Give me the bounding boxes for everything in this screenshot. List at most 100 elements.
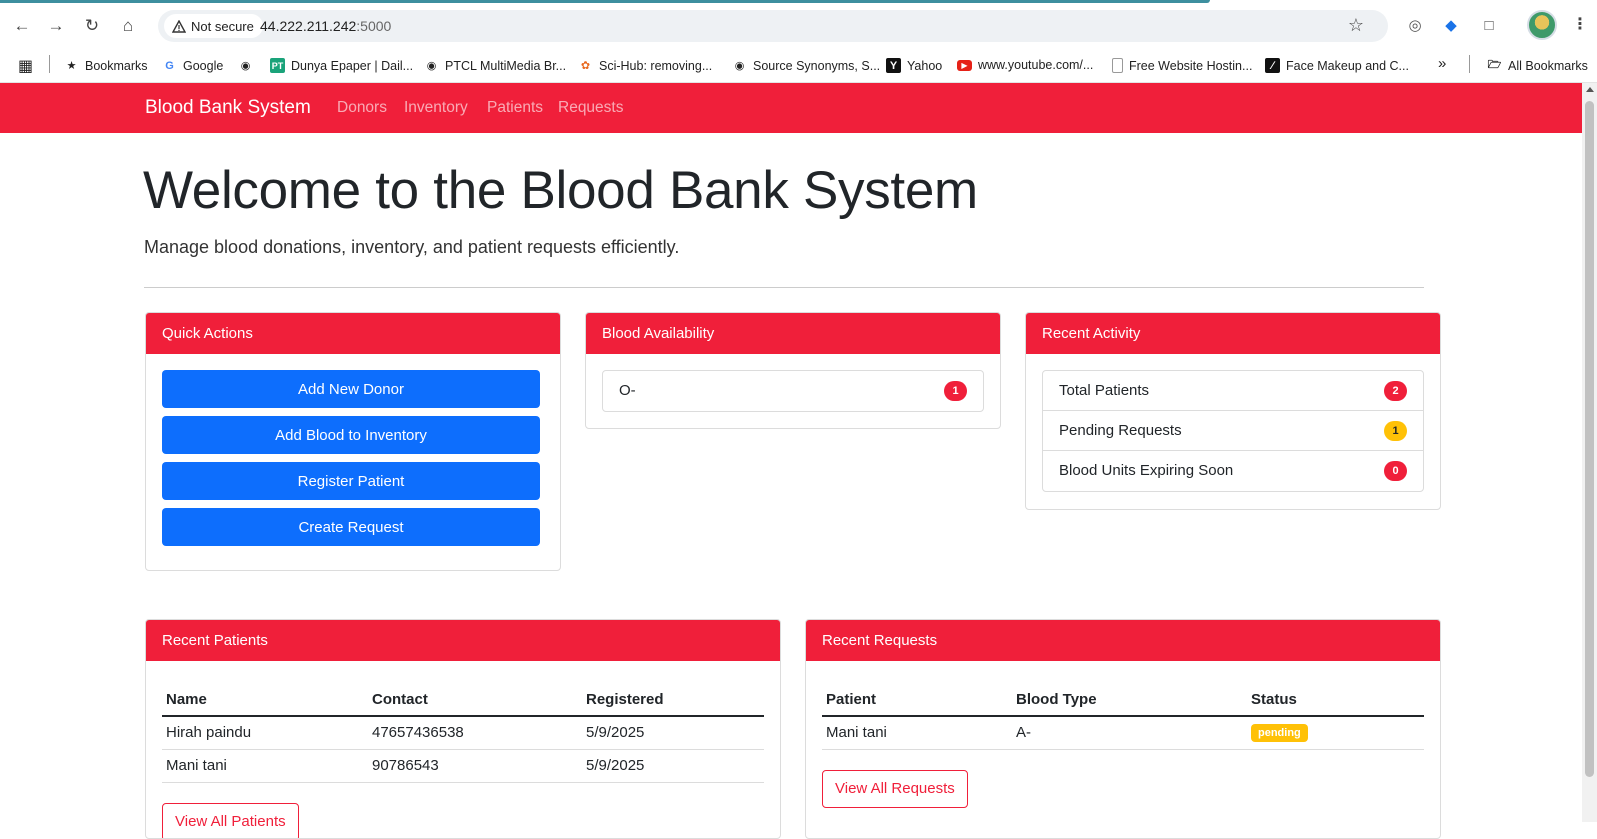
navbar-brand[interactable]: Blood Bank System — [145, 97, 311, 119]
card-header: Recent Patients — [146, 620, 780, 661]
bookmark-item-dunya[interactable]: PT Dunya Epaper | Dail... — [270, 58, 413, 73]
profile-avatar[interactable] — [1527, 10, 1557, 40]
reload-icon[interactable]: ↻ — [80, 14, 104, 38]
bookmark-item-google[interactable]: G Google — [162, 58, 223, 73]
bookmark-item-face[interactable]: ∕ Face Makeup and C... — [1265, 58, 1409, 73]
globe-icon: ◉ — [734, 60, 745, 72]
patients-table: Name Contact Registered Hirah paindu 476… — [162, 684, 764, 783]
add-donor-button[interactable]: Add New Donor — [162, 370, 540, 408]
activity-list: Total Patients 2 Pending Requests 1 Bloo… — [1042, 370, 1424, 492]
bookmark-item-yahoo[interactable]: Y Yahoo — [886, 58, 942, 73]
face-icon: ∕ — [1265, 58, 1280, 73]
cell: 5/9/2025 — [582, 716, 764, 750]
bookmark-label: Dunya Epaper | Dail... — [291, 58, 414, 73]
page-title: Welcome to the Blood Bank System — [143, 161, 978, 220]
table-header-row: Patient Blood Type Status — [822, 684, 1424, 717]
folder-icon: 🗁 — [1487, 59, 1502, 71]
pt-icon: PT — [270, 58, 285, 73]
scihub-icon: ✿ — [580, 60, 591, 72]
cell: 90786543 — [368, 749, 582, 783]
cell: 47657436538 — [368, 716, 582, 750]
address-bar[interactable]: Not secure 44.222.211.242:5000 ☆ — [158, 10, 1388, 42]
security-chip[interactable]: Not secure — [164, 14, 263, 38]
nav-link-requests[interactable]: Requests — [558, 99, 623, 117]
activity-label: Blood Units Expiring Soon — [1059, 462, 1234, 479]
bookmarks-bar: ▦ ★ Bookmarks G Google ◉ PT Dunya Epaper | … — [0, 50, 1597, 83]
youtube-icon: ▶ — [957, 59, 972, 71]
translate-globe-icon[interactable]: ◎ — [1404, 14, 1426, 36]
app-navbar: Blood Bank System Donors Inventory Patie… — [0, 83, 1582, 133]
blood-type-label: O- — [619, 382, 636, 399]
url-host: 44.222.211.242 — [260, 18, 357, 34]
view-all-requests-button[interactable]: View All Requests — [822, 770, 968, 808]
table-header-row: Name Contact Registered — [162, 684, 764, 717]
scroll-thumb[interactable] — [1585, 101, 1594, 777]
browser-toolbar: ← → ↻ ⌂ Not secure 44.222.211.242:5000 ☆… — [0, 0, 1597, 50]
bookmark-label: www.youtube.com/... — [978, 58, 1094, 72]
extensions-puzzle-icon[interactable]: □ — [1478, 14, 1500, 36]
globe-icon: ◉ — [426, 60, 437, 72]
all-bookmarks-folder[interactable]: 🗁 All Bookmarks — [1487, 58, 1588, 73]
register-patient-button[interactable]: Register Patient — [162, 462, 540, 500]
view-all-patients-button[interactable]: View All Patients — [162, 803, 299, 838]
list-item: Blood Units Expiring Soon 0 — [1043, 451, 1423, 491]
doc-icon — [1112, 58, 1123, 73]
url-text[interactable]: 44.222.211.242:5000 — [260, 18, 391, 34]
yahoo-icon: Y — [886, 58, 901, 73]
overflow-label: » — [1438, 55, 1447, 72]
bookmark-item-bookmarks[interactable]: ★ Bookmarks — [64, 58, 148, 73]
create-request-button[interactable]: Create Request — [162, 508, 540, 546]
cell: 5/9/2025 — [582, 749, 764, 783]
page-scrollbar[interactable] — [1582, 83, 1597, 822]
scroll-up-icon[interactable] — [1586, 87, 1594, 92]
blood-availability-card: Blood Availability O- 1 — [585, 312, 1001, 429]
bookmark-item-scihub[interactable]: ✿ Sci-Hub: removing... — [578, 58, 712, 73]
column-header: Status — [1247, 684, 1424, 717]
column-header: Contact — [368, 684, 582, 717]
apps-grid-icon[interactable]: ▦ — [18, 56, 33, 76]
bookmark-item-source[interactable]: ◉ Source Synonyms, S... — [732, 58, 880, 73]
recent-patients-card: Recent Patients Name Contact Registered … — [145, 619, 781, 839]
recent-activity-card: Recent Activity Total Patients 2 Pending… — [1025, 312, 1441, 510]
column-header: Registered — [582, 684, 764, 717]
bookmark-separator — [49, 55, 50, 73]
bookmark-label: Face Makeup and C... — [1286, 58, 1409, 73]
globe-icon: ◉ — [240, 60, 251, 72]
browser-menu-icon[interactable]: ⋮ — [1572, 14, 1588, 34]
list-item: O- 1 — [603, 371, 983, 411]
add-inventory-button[interactable]: Add Blood to Inventory — [162, 416, 540, 454]
bookmark-item-globe[interactable]: ◉ — [238, 58, 253, 73]
count-badge: 1 — [944, 381, 967, 401]
nav-link-patients[interactable]: Patients — [487, 99, 543, 117]
bookmark-label: Bookmarks — [85, 58, 148, 73]
bookmark-item-ptcl[interactable]: ◉ PTCL MultiMedia Br... — [424, 58, 566, 73]
bookmark-label: Google — [183, 58, 224, 73]
security-label: Not secure — [191, 18, 254, 34]
divider — [144, 287, 1424, 288]
bookmark-label: All Bookmarks — [1508, 58, 1588, 73]
star-icon: ★ — [66, 60, 77, 72]
warning-icon — [172, 19, 186, 33]
bookmark-item-youtube[interactable]: ▶ www.youtube.com/... — [957, 58, 1093, 72]
bookmark-star-icon[interactable]: ☆ — [1348, 15, 1364, 36]
bookmark-label: Sci-Hub: removing... — [599, 58, 713, 73]
forward-arrow-icon[interactable]: → — [44, 14, 68, 38]
extension-cap-icon[interactable]: ◆ — [1440, 14, 1462, 36]
cell: Mani tani — [162, 749, 368, 783]
bookmark-label: Yahoo — [907, 58, 943, 73]
back-arrow-icon[interactable]: ← — [10, 14, 34, 38]
bookmark-label: Source Synonyms, S... — [753, 58, 881, 73]
column-header: Name — [162, 684, 368, 717]
home-icon[interactable]: ⌂ — [116, 14, 140, 38]
bookmark-label: PTCL MultiMedia Br... — [445, 58, 567, 73]
cell: Hirah paindu — [162, 716, 368, 750]
nav-link-inventory[interactable]: Inventory — [404, 99, 468, 117]
column-header: Patient — [822, 684, 1012, 717]
table-row: Mani tani A- pending — [822, 716, 1424, 750]
card-header: Blood Availability — [586, 313, 1000, 354]
bookmark-item-hosting[interactable]: Free Website Hostin... — [1112, 58, 1252, 73]
table-row: Mani tani 90786543 5/9/2025 — [162, 749, 764, 783]
bookmarks-overflow-icon[interactable]: » — [1438, 55, 1446, 72]
cell: A- — [1012, 716, 1247, 750]
nav-link-donors[interactable]: Donors — [337, 99, 387, 117]
